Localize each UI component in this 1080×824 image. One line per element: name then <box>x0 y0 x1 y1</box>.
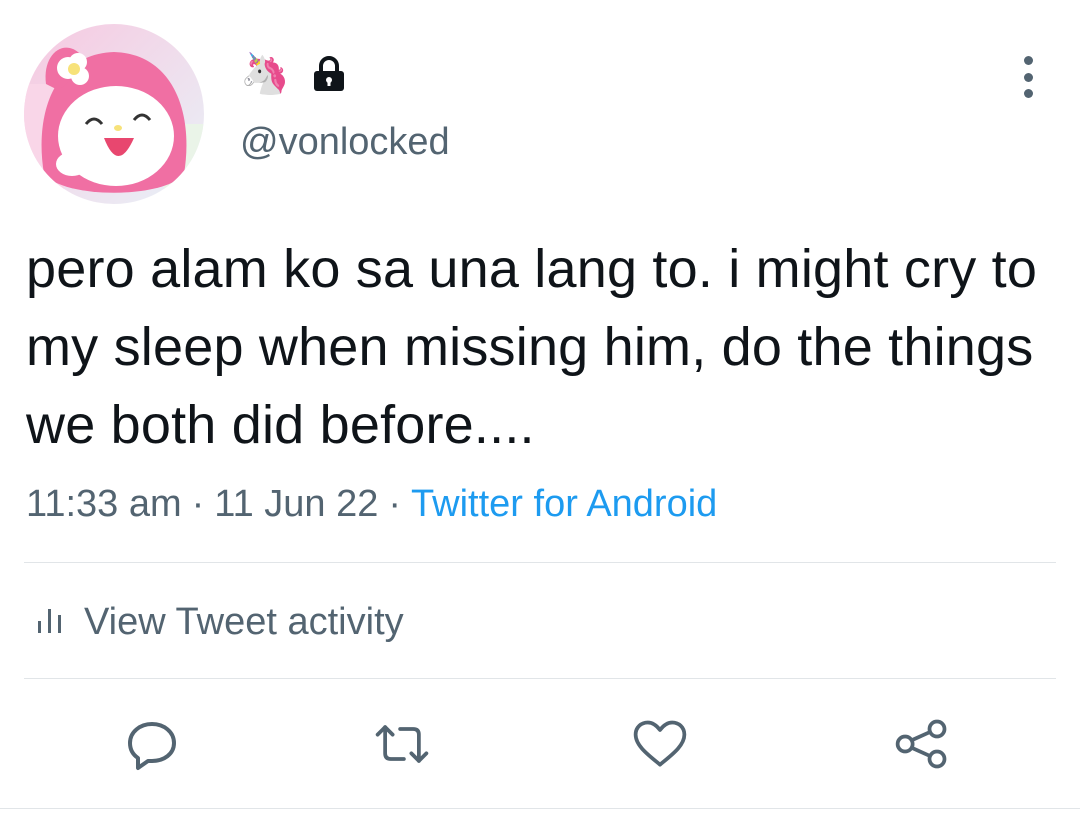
like-button[interactable] <box>630 714 690 774</box>
avatar-image <box>24 24 204 204</box>
more-dot-icon <box>1023 72 1033 82</box>
retweet-button[interactable] <box>372 714 432 774</box>
more-options-button[interactable] <box>1008 52 1048 102</box>
meta-separator: · <box>388 483 402 525</box>
tweet-source-link[interactable]: Twitter for Android <box>411 483 717 525</box>
tweet-meta: 11:33 am · 11 Jun 22 · Twitter for Android <box>26 478 717 530</box>
retweet-icon <box>375 725 429 763</box>
activity-label: View Tweet activity <box>84 601 404 643</box>
lock-icon <box>312 55 346 93</box>
reply-button[interactable] <box>122 714 182 774</box>
bottom-divider <box>0 808 1080 809</box>
like-icon <box>633 720 687 767</box>
divider <box>24 678 1056 679</box>
unicorn-icon: 🦄 <box>240 51 290 97</box>
more-dot-icon <box>1023 56 1033 65</box>
user-handle[interactable]: @vonlocked <box>240 118 450 166</box>
divider <box>24 562 1056 563</box>
avatar[interactable] <box>24 24 204 204</box>
tweet-date: 11 Jun 22 <box>214 483 379 525</box>
share-button[interactable] <box>892 714 952 774</box>
display-name-row: 🦄 <box>240 50 346 98</box>
share-icon <box>895 719 947 769</box>
view-tweet-activity-button[interactable]: View Tweet activity <box>36 596 404 648</box>
tweet-text: pero alam ko sa una lang to. i might cry… <box>26 239 1038 455</box>
more-dot-icon <box>1023 89 1033 98</box>
analytics-icon <box>36 605 68 640</box>
tweet-time: 11:33 am <box>26 483 182 525</box>
reply-icon <box>128 722 176 770</box>
meta-separator: · <box>191 483 205 525</box>
